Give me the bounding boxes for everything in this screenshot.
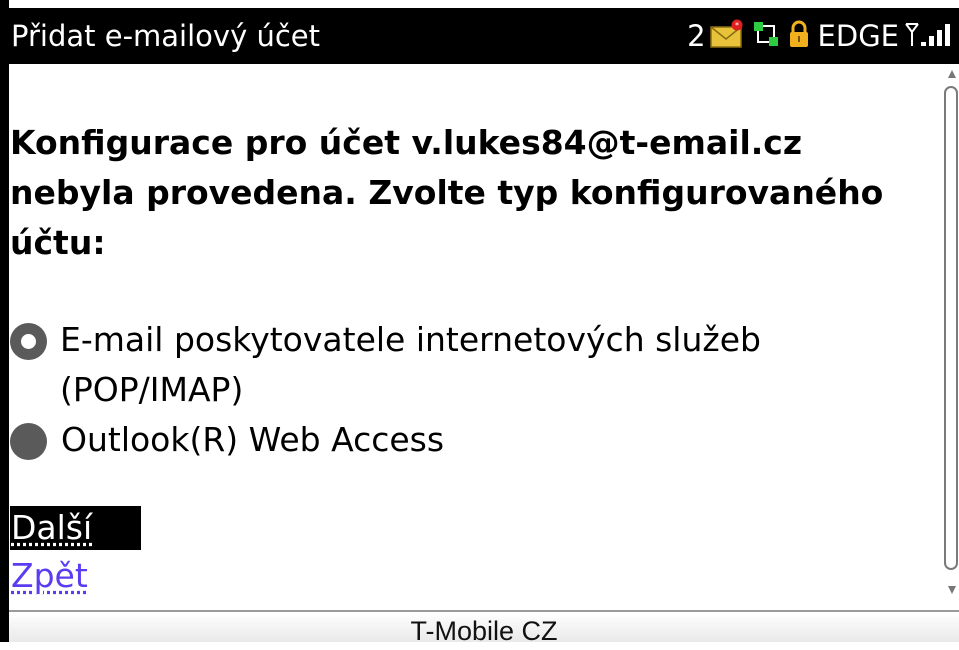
message-count: 2	[687, 19, 706, 53]
option-label-owa: Outlook(R) Web Access	[61, 420, 445, 459]
lock-icon	[788, 19, 810, 53]
radio-unselected-icon[interactable]	[10, 423, 47, 460]
scroll-up-arrow-icon[interactable]	[948, 70, 956, 78]
antenna-icon	[905, 20, 919, 52]
signal-bars-icon	[921, 20, 951, 52]
back-link[interactable]: Zpět	[11, 554, 88, 598]
carrier-name: T-Mobile CZ	[9, 612, 959, 646]
status-area: 2 * EDGE	[687, 18, 951, 54]
option-outlook-web-access[interactable]: Outlook(R) Web Access	[10, 415, 444, 465]
title-bar: Přidat e-mailový účet 2 * EDGE	[9, 8, 959, 64]
data-transfer-icon	[752, 20, 780, 52]
new-mail-icon: *	[709, 19, 744, 53]
scroll-down-arrow-icon[interactable]	[948, 586, 956, 594]
next-button[interactable]: Další	[10, 506, 141, 550]
option-pop-imap[interactable]: E-mail poskytovatele internetových služe…	[10, 315, 940, 415]
scrollbar[interactable]	[944, 86, 958, 570]
radio-selected-icon[interactable]	[10, 323, 47, 360]
svg-text:*: *	[735, 21, 739, 30]
main-content: Konfigurace pro účet v.lukes84@t-email.c…	[10, 64, 940, 610]
config-heading: Konfigurace pro účet v.lukes84@t-email.c…	[10, 123, 884, 262]
network-type: EDGE	[817, 19, 899, 53]
option-label-pop-imap: E-mail poskytovatele internetových služe…	[60, 320, 761, 409]
screen-edge	[0, 0, 9, 642]
window-title: Přidat e-mailový účet	[11, 19, 320, 53]
